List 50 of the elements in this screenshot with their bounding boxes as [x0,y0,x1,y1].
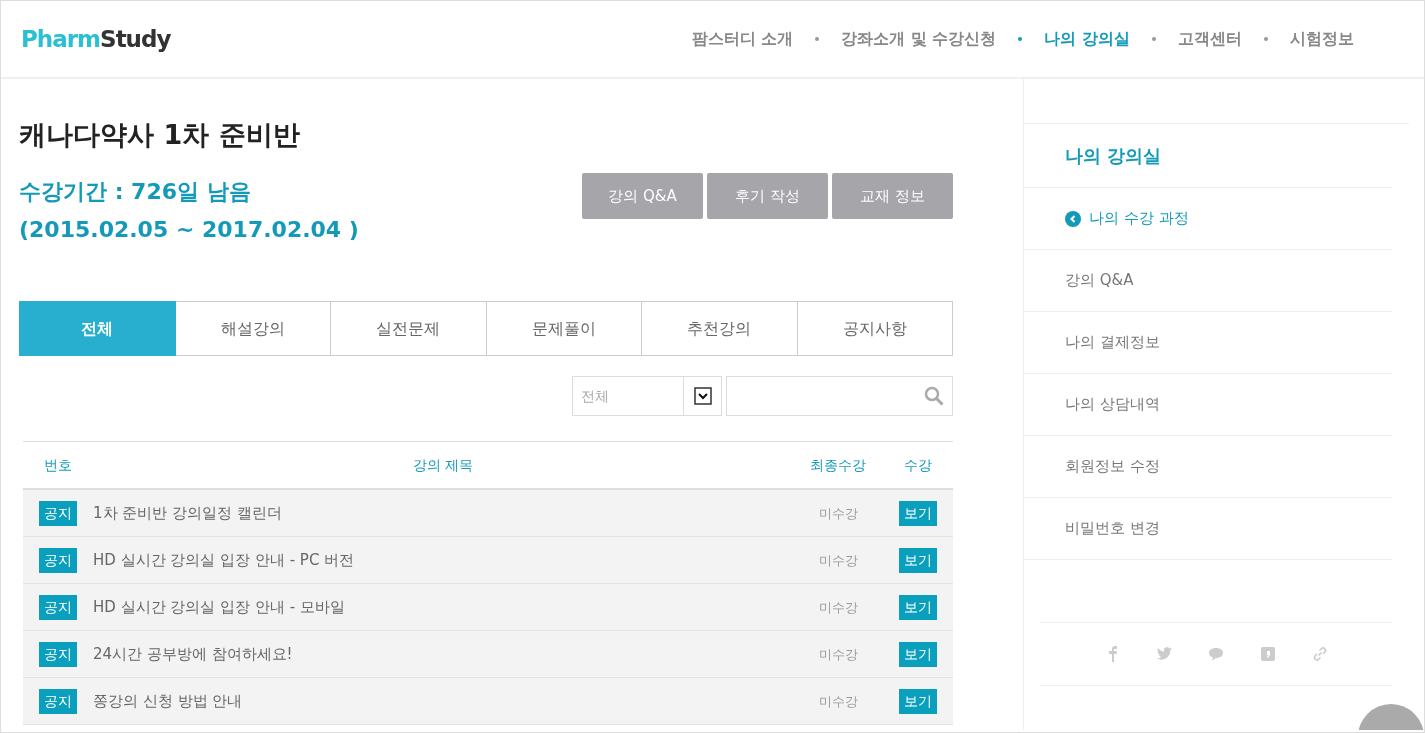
sidebar-item[interactable]: 나의 상담내역 [1024,373,1392,435]
sidebar-item[interactable]: 비밀번호 변경 [1024,497,1392,559]
column-header: 번호 [43,455,73,475]
status-text: 미수강 [817,598,859,617]
lecture-title[interactable]: 1차 준비반 강의일정 캘린더 [93,502,793,525]
logo[interactable]: PharmStudy [21,21,171,57]
column-header: 최종수강 [809,455,867,475]
sidebar-item[interactable]: 회원정보 수정 [1024,435,1392,497]
notice-tag: 공지 [39,547,77,573]
lecture-title[interactable]: 24시간 공부방에 참여하세요! [93,643,793,666]
view-button[interactable]: 보기 [899,500,937,526]
view-button[interactable]: 보기 [899,688,937,714]
lecture-title[interactable]: HD 실시간 강의실 입장 안내 - PC 버전 [93,549,793,572]
status-text: 미수강 [817,551,859,570]
status-text: 미수강 [817,504,859,523]
sidebar-item[interactable]: 나의 수강 과정 [1024,187,1392,249]
tab[interactable]: 전체 [19,301,176,357]
tab[interactable]: 해설강의 [175,301,331,357]
view-button[interactable]: 보기 [899,641,937,667]
sidebar-title: 나의 강의실 [1024,123,1409,187]
nav-link[interactable]: 강좌소개 및 수강신청 [841,27,997,51]
sidebar-item[interactable]: 나의 결제정보 [1024,311,1392,373]
notice-tag: 공지 [39,594,77,620]
view-button[interactable]: 보기 [899,594,937,620]
notice-tag: 공지 [39,688,77,714]
period-text: 수강기간 : 726일 남음 [19,178,252,207]
nav-link[interactable]: 나의 강의실 [1044,27,1130,51]
column-header: 수강 [903,455,933,475]
view-button[interactable]: 보기 [899,547,937,573]
lecture-title[interactable]: HD 실시간 강의실 입장 안내 - 모바일 [93,596,793,619]
column-header: 강의 제목 [411,455,475,475]
notice-tag: 공지 [39,641,77,667]
category-select[interactable]: 전체 [572,376,722,417]
nav-link[interactable]: 팜스터디 소개 [691,27,794,51]
tab[interactable]: 추천강의 [642,301,798,357]
nav-link[interactable]: 고객센터 [1178,27,1242,51]
status-text: 미수강 [817,692,859,711]
status-text: 미수강 [817,645,859,664]
nav-link[interactable]: 시험정보 [1290,27,1354,51]
tab[interactable]: 공지사항 [797,301,953,357]
action-button[interactable]: 교재 정보 [832,173,953,220]
tab[interactable]: 실전문제 [331,301,487,357]
action-button[interactable]: 후기 작성 [707,173,828,220]
lecture-title[interactable]: 쫑강의 신청 방법 안내 [93,690,793,713]
tab[interactable]: 문제풀이 [486,301,642,357]
course-title: 캐나다약사 1차 준비반 [19,119,301,152]
date-range: (2015.02.05 ~ 2017.02.04 ) [19,216,359,245]
notice-tag: 공지 [39,500,77,526]
action-button[interactable]: 강의 Q&A [582,173,703,220]
sidebar-item[interactable]: 강의 Q&A [1024,249,1392,311]
